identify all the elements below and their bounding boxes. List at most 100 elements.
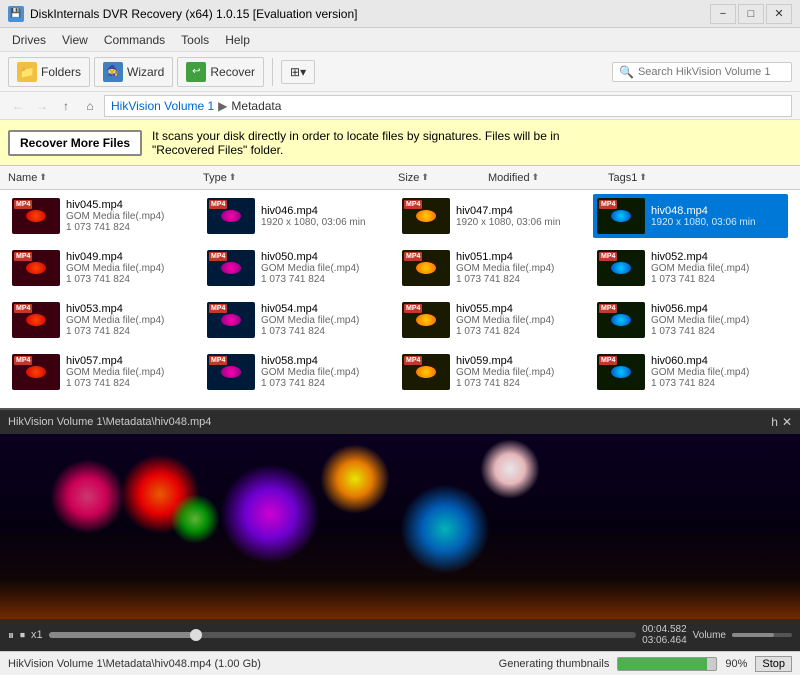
file-meta2: 1 073 741 824: [261, 326, 394, 337]
file-item-hiv055.mp4[interactable]: MP4hiv055.mp4GOM Media file(.mp4)1 073 7…: [398, 298, 593, 342]
preview-video: [0, 434, 800, 619]
modified-sort-icon: ⬆: [532, 172, 540, 183]
menu-commands[interactable]: Commands: [96, 31, 173, 49]
wizard-button[interactable]: 🧙 Wizard: [94, 57, 173, 87]
progress-bar[interactable]: [49, 632, 637, 638]
file-meta1: GOM Media file(.mp4): [651, 263, 784, 274]
minimize-button[interactable]: −: [710, 4, 736, 24]
recover-button[interactable]: ↩ Recover: [177, 57, 264, 87]
file-item-hiv056.mp4[interactable]: MP4hiv056.mp4GOM Media file(.mp4)1 073 7…: [593, 298, 788, 342]
file-name: hiv049.mp4: [66, 251, 199, 263]
col-header-size[interactable]: Size ⬆: [398, 172, 488, 184]
pause-button[interactable]: ⏸: [8, 628, 14, 643]
folders-button[interactable]: 📁 Folders: [8, 57, 90, 87]
status-progress-fill: [618, 658, 706, 670]
recover-icon: ↩: [186, 62, 206, 82]
maximize-button[interactable]: □: [738, 4, 764, 24]
file-thumb: MP4: [12, 302, 60, 338]
file-meta1: GOM Media file(.mp4): [456, 315, 589, 326]
preview-close-button[interactable]: ✕: [782, 415, 792, 429]
up-button[interactable]: ↑: [56, 96, 76, 116]
file-item-hiv046.mp4[interactable]: MP4hiv046.mp41920 x 1080, 03:06 min: [203, 194, 398, 238]
volume-fill: [732, 633, 774, 637]
firework-1: [50, 459, 125, 534]
file-name: hiv046.mp4: [261, 205, 394, 217]
file-item-hiv054.mp4[interactable]: MP4hiv054.mp4GOM Media file(.mp4)1 073 7…: [203, 298, 398, 342]
file-meta1: GOM Media file(.mp4): [261, 263, 394, 274]
time-display: 00:04.582 03:06.464: [642, 624, 687, 646]
file-item-hiv053.mp4[interactable]: MP4hiv053.mp4GOM Media file(.mp4)1 073 7…: [8, 298, 203, 342]
menu-tools[interactable]: Tools: [173, 31, 217, 49]
forward-button[interactable]: →: [32, 96, 52, 116]
file-meta2: 1 073 741 824: [66, 274, 199, 285]
file-thumb: MP4: [12, 354, 60, 390]
file-item-hiv060.mp4[interactable]: MP4hiv060.mp4GOM Media file(.mp4)1 073 7…: [593, 350, 788, 394]
file-item-hiv059.mp4[interactable]: MP4hiv059.mp4GOM Media file(.mp4)1 073 7…: [398, 350, 593, 394]
firework-5: [320, 444, 390, 514]
file-grid-row-4: MP4hiv057.mp4GOM Media file(.mp4)1 073 7…: [0, 346, 800, 398]
stop-button[interactable]: Stop: [755, 656, 792, 672]
file-grid-row-1: MP4hiv045.mp4GOM Media file(.mp4)1 073 7…: [0, 190, 800, 242]
window-title: DiskInternals DVR Recovery (x64) 1.0.15 …: [30, 7, 357, 21]
recover-more-files-button[interactable]: Recover More Files: [8, 130, 142, 156]
col-header-type[interactable]: Type ⬆: [203, 172, 398, 184]
file-meta1: GOM Media file(.mp4): [651, 315, 784, 326]
file-meta2: 1 073 741 824: [261, 378, 394, 389]
size-sort-icon: ⬆: [421, 172, 429, 183]
file-meta1: GOM Media file(.mp4): [651, 367, 784, 378]
file-item-hiv048.mp4[interactable]: MP4hiv048.mp41920 x 1080, 03:06 min: [593, 194, 788, 238]
recover-banner: Recover More Files It scans your disk di…: [0, 120, 800, 166]
col-header-name[interactable]: Name ⬆: [8, 172, 203, 184]
video-controls: ⏸ ⏹ x1 00:04.582 03:06.464 Volume: [0, 619, 800, 651]
speed-indicator[interactable]: x1: [31, 629, 43, 641]
file-thumb: MP4: [597, 302, 645, 338]
file-item-hiv050.mp4[interactable]: MP4hiv050.mp4GOM Media file(.mp4)1 073 7…: [203, 246, 398, 290]
file-meta1: GOM Media file(.mp4): [66, 263, 199, 274]
preview-panel: HikVision Volume 1\Metadata\hiv048.mp4 h…: [0, 408, 800, 651]
stop-button[interactable]: ⏹: [20, 630, 25, 641]
file-meta2: 1 073 741 824: [456, 378, 589, 389]
file-item-hiv049.mp4[interactable]: MP4 hiv049.mp4GOM Media file(.mp4)1 073 7…: [8, 246, 203, 290]
firework-7: [480, 439, 540, 499]
name-sort-icon: ⬆: [39, 172, 47, 183]
file-meta2: 1 073 741 824: [261, 274, 394, 285]
breadcrumb-root[interactable]: HikVision Volume 1: [111, 99, 214, 113]
menu-drives[interactable]: Drives: [4, 31, 54, 49]
banner-text: It scans your disk directly in order to …: [152, 129, 560, 157]
file-thumb: MP4: [207, 302, 255, 338]
folders-icon: 📁: [17, 62, 37, 82]
file-item-hiv047.mp4[interactable]: MP4hiv047.mp41920 x 1080, 03:06 min: [398, 194, 593, 238]
file-grid-row-3: MP4hiv053.mp4GOM Media file(.mp4)1 073 7…: [0, 294, 800, 346]
volume-bar[interactable]: [732, 633, 792, 637]
file-thumb: MP4: [12, 250, 60, 286]
preview-path: HikVision Volume 1\Metadata\hiv048.mp4: [8, 416, 211, 428]
col-header-tags[interactable]: Tags1 ⬆: [608, 172, 776, 184]
close-button[interactable]: ✕: [766, 4, 792, 24]
search-input[interactable]: [638, 66, 785, 78]
file-thumb: MP4: [597, 198, 645, 234]
menu-view[interactable]: View: [54, 31, 96, 49]
file-item-hiv051.mp4[interactable]: MP4hiv051.mp4GOM Media file(.mp4)1 073 7…: [398, 246, 593, 290]
file-name: hiv048.mp4: [651, 205, 784, 217]
menu-help[interactable]: Help: [217, 31, 258, 49]
file-item-hiv057.mp4[interactable]: MP4hiv057.mp4GOM Media file(.mp4)1 073 7…: [8, 350, 203, 394]
file-meta1: GOM Media file(.mp4): [66, 367, 199, 378]
status-progress-pct: 90%: [725, 658, 747, 670]
file-meta1: GOM Media file(.mp4): [456, 263, 589, 274]
file-item-hiv045.mp4[interactable]: MP4hiv045.mp4GOM Media file(.mp4)1 073 7…: [8, 194, 203, 238]
history-button[interactable]: ⌂: [80, 96, 100, 116]
file-item-hiv058.mp4[interactable]: MP4hiv058.mp4GOM Media file(.mp4)1 073 7…: [203, 350, 398, 394]
type-sort-icon: ⬆: [229, 172, 237, 183]
back-button[interactable]: ←: [8, 96, 28, 116]
search-icon: 🔍: [619, 65, 634, 79]
search-box[interactable]: 🔍: [612, 62, 792, 82]
app-icon: 💾: [8, 6, 24, 22]
toolbar-separator: [272, 58, 273, 86]
file-name: hiv058.mp4: [261, 355, 394, 367]
firework-4: [220, 464, 320, 564]
file-item-hiv052.mp4[interactable]: MP4hiv052.mp4GOM Media file(.mp4)1 073 7…: [593, 246, 788, 290]
file-name: hiv057.mp4: [66, 355, 199, 367]
preview-hint-button[interactable]: h: [771, 415, 778, 429]
view-options-button[interactable]: ⊞▾: [281, 60, 315, 84]
col-header-modified[interactable]: Modified ⬆: [488, 172, 608, 184]
